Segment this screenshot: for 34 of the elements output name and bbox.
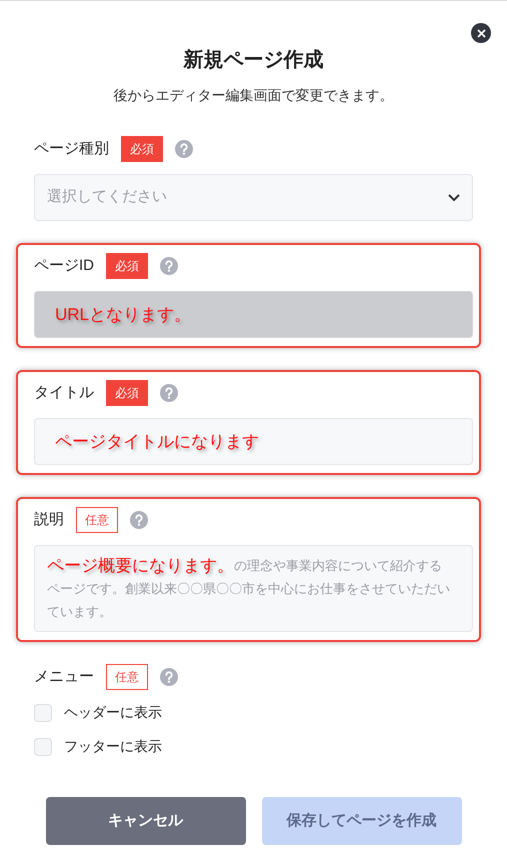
help-icon[interactable] xyxy=(160,668,178,686)
cancel-button[interactable]: キャンセル xyxy=(46,797,246,845)
placeholder-text: の理念や事業内容について紹介する xyxy=(234,557,442,575)
help-icon[interactable] xyxy=(130,511,148,529)
requirement-tag: 必須 xyxy=(106,380,148,406)
field-label: ページID xyxy=(34,256,94,276)
requirement-tag: 必須 xyxy=(121,136,163,162)
checkbox-label: ヘッダーに表示 xyxy=(64,703,162,722)
field-label: タイトル xyxy=(34,382,94,403)
field-label: ページ種別 xyxy=(34,138,109,159)
requirement-tag: 必須 xyxy=(106,253,148,279)
requirement-tag: 任意 xyxy=(106,664,148,690)
text-field[interactable]: ページタイトルになります xyxy=(34,418,473,465)
close-button[interactable] xyxy=(471,23,491,43)
annotation-text: ページ概要になります。 xyxy=(47,555,234,577)
textarea-field[interactable]: ページ概要になります。の理念や事業内容について紹介する ページです。創業以来〇〇県〇〇市を中心にお仕事をさせていただいています。 xyxy=(34,545,473,632)
annotation-text: URLとなります。 xyxy=(55,304,192,326)
placeholder-text: ページです。創業以来〇〇県〇〇市を中心にお仕事をさせていただいています。 xyxy=(47,580,451,621)
field-label: メニュー xyxy=(34,666,94,687)
checkbox[interactable] xyxy=(34,738,52,756)
help-icon[interactable] xyxy=(160,257,178,275)
chevron-down-icon xyxy=(448,194,460,202)
help-icon[interactable] xyxy=(175,140,193,158)
close-icon xyxy=(476,28,486,38)
help-icon[interactable] xyxy=(160,384,178,402)
dialog-subtitle: 後からエディター編集画面で変更できます。 xyxy=(114,86,394,105)
checkbox[interactable] xyxy=(34,704,52,722)
annotation-text: ページタイトルになります xyxy=(55,430,259,453)
checkbox-label: フッターに表示 xyxy=(64,737,162,756)
dialog-title: 新規ページ作成 xyxy=(184,48,324,73)
field-label: 説明 xyxy=(34,510,64,530)
requirement-tag: 任意 xyxy=(76,507,118,533)
placeholder-text: 選択してください xyxy=(47,187,167,208)
select-field[interactable]: 選択してください xyxy=(34,174,473,221)
